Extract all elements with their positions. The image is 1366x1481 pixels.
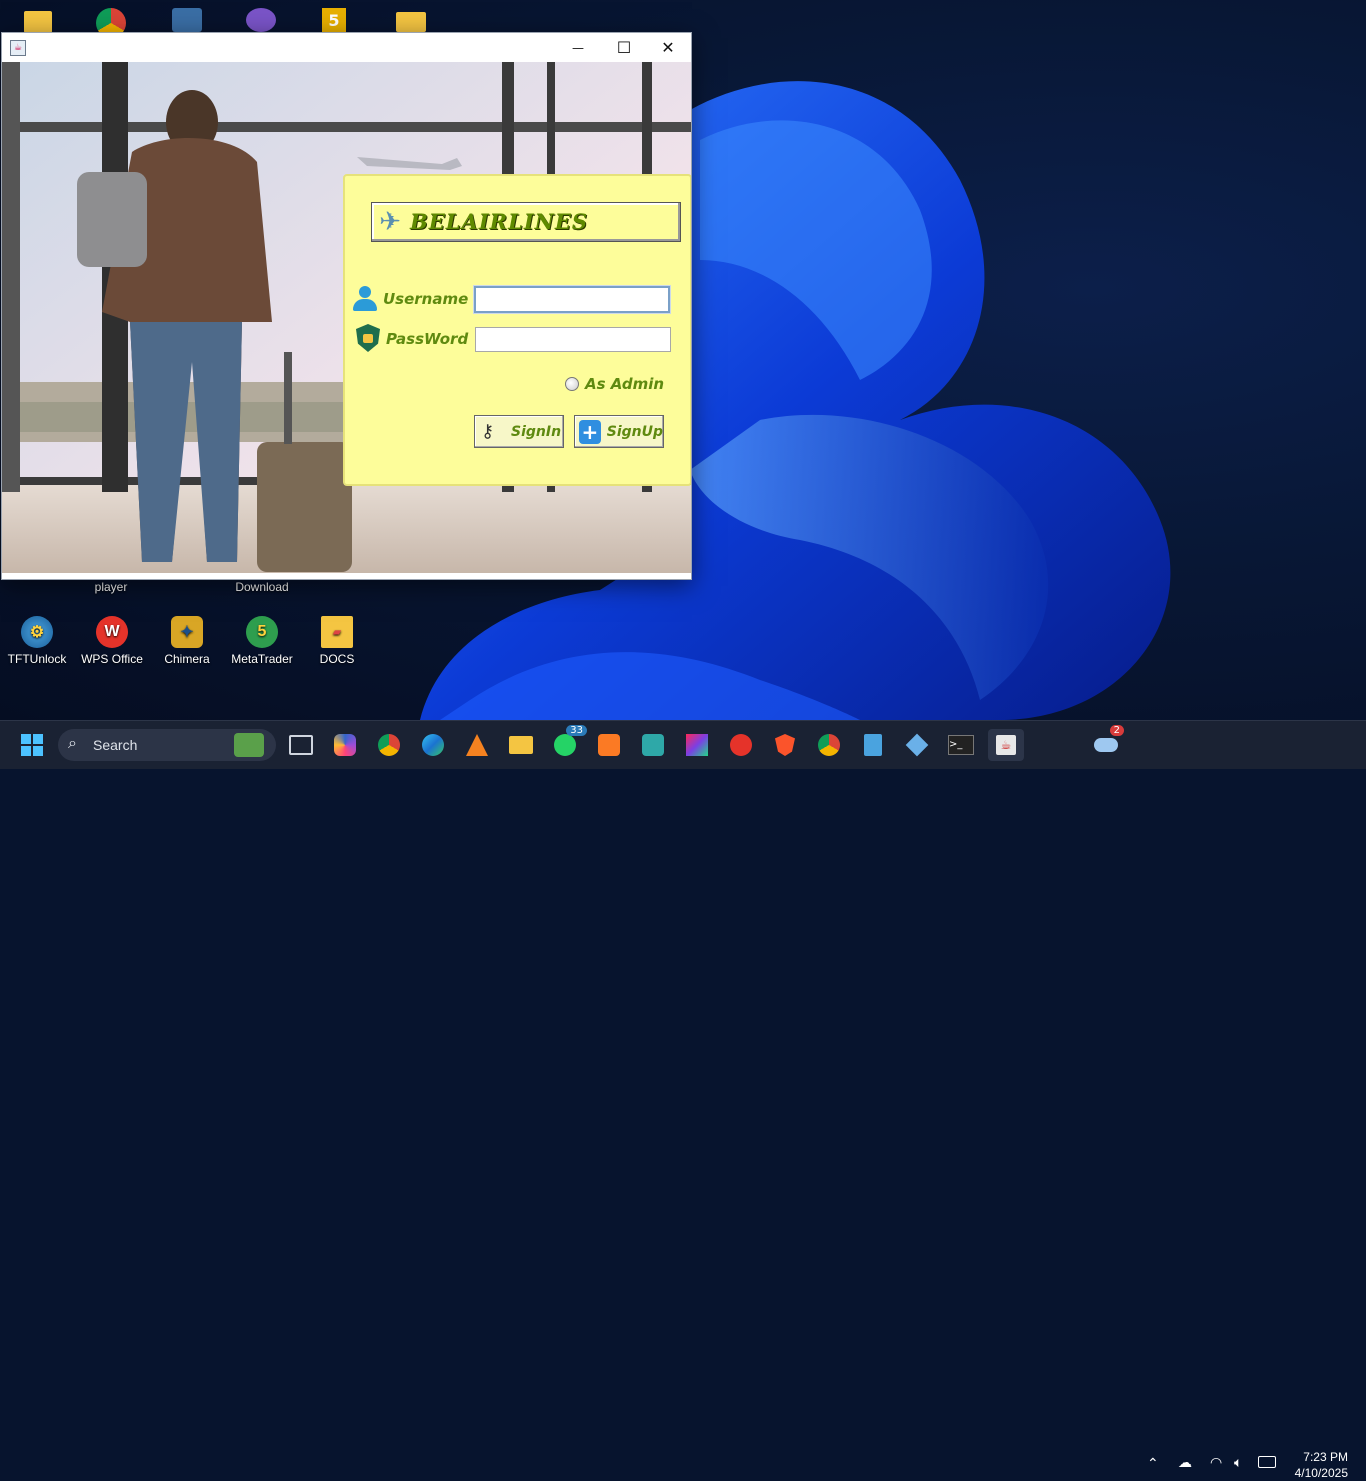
task-view-icon[interactable] — [285, 729, 317, 761]
chrome-icon[interactable] — [373, 729, 405, 761]
search-box[interactable]: ⌕ Search — [58, 729, 276, 761]
wifi-icon[interactable]: ◠ — [1210, 1454, 1222, 1471]
desktop-icon-tftunlock[interactable]: ⚙ TFTUnlock — [5, 616, 69, 666]
metatrader-icon: 5 — [246, 616, 278, 648]
desktop-label-download[interactable]: Download — [228, 580, 296, 594]
app-icon[interactable] — [172, 8, 202, 32]
weather-badge: 2 — [1109, 725, 1124, 736]
brand-title: BELAIRLINES — [410, 209, 589, 234]
download-label: Download — [235, 580, 289, 594]
search-highlight-icon — [234, 733, 264, 757]
intellij-icon[interactable] — [681, 729, 713, 761]
clock[interactable]: 7:23 PM 4/10/2025 — [1284, 1449, 1348, 1481]
signup-button[interactable]: + SignUp — [574, 415, 664, 448]
close-button[interactable]: ✕ — [645, 33, 691, 62]
folder-icon[interactable] — [396, 12, 426, 32]
tftunlock-icon: ⚙ — [21, 616, 53, 648]
metatrader-label: MetaTrader — [231, 652, 293, 666]
username-label: Username — [383, 290, 469, 308]
battery-icon[interactable] — [1258, 1456, 1276, 1468]
chimera-label: Chimera — [164, 652, 210, 666]
settings-icon[interactable] — [246, 8, 276, 32]
weather-icon[interactable]: 2 — [1090, 725, 1124, 761]
edge-icon[interactable] — [417, 729, 449, 761]
start-button[interactable] — [16, 729, 48, 761]
desktop-icon-metatrader[interactable]: 5 MetaTrader — [230, 616, 294, 666]
volume-icon[interactable]: 🔈︎ — [1234, 1454, 1242, 1471]
notepad-icon[interactable] — [857, 729, 889, 761]
signup-label: SignUp — [606, 423, 663, 440]
password-label: PassWord — [386, 330, 469, 348]
signin-label: SignIn — [511, 423, 562, 440]
minimize-button[interactable]: — — [555, 33, 601, 62]
desktop-icon-docs[interactable]: ▰ DOCS — [305, 616, 369, 666]
whatsapp-icon[interactable]: 33 — [549, 725, 587, 761]
clock-time: 7:23 PM — [1303, 1450, 1348, 1464]
admin-label: As Admin — [585, 375, 665, 393]
close-icon: ✕ — [661, 38, 675, 57]
java-app-icon: ☕ — [10, 40, 26, 56]
wps-office-label: WPS Office — [81, 652, 143, 666]
shield-lock-icon — [356, 324, 380, 352]
password-input[interactable] — [475, 327, 671, 352]
airport-background-photo: ✈ BELAIRLINES Username PassWord As Admin… — [2, 62, 691, 573]
login-window: ☕ — ☐ ✕ ✈ BELAIRLINES Username PassWord … — [1, 32, 692, 580]
java-app-taskbar-icon[interactable]: ☕ — [988, 729, 1024, 761]
copilot-icon[interactable] — [329, 729, 361, 761]
chimera-icon: ✦ — [171, 616, 203, 648]
tftunlock-label: TFTUnlock — [7, 652, 67, 666]
maximize-icon: ☐ — [616, 38, 632, 57]
login-panel: ✈ BELAIRLINES Username PassWord As Admin… — [343, 174, 691, 486]
window-titlebar[interactable]: ☕ — ☐ ✕ — [2, 33, 691, 62]
desktop-icon-chimera[interactable]: ✦ Chimera — [155, 616, 219, 666]
chrome-profile-icon[interactable] — [813, 729, 845, 761]
user-icon — [352, 286, 378, 312]
virtualbox-icon[interactable] — [901, 729, 933, 761]
windows-icon — [21, 734, 43, 756]
desktop-icon-wps-office[interactable]: W WPS Office — [80, 616, 144, 666]
brave-icon[interactable] — [769, 729, 801, 761]
folder-icon: ▰ — [321, 616, 353, 648]
file-explorer-icon[interactable] — [505, 729, 537, 761]
search-placeholder: Search — [93, 737, 138, 753]
terminal-icon[interactable]: >_ — [945, 729, 977, 761]
key-person-icon: ⚷ — [481, 420, 495, 442]
vlc-icon[interactable] — [461, 729, 493, 761]
airplane-icon: ✈ — [379, 207, 401, 237]
add-icon: + — [579, 419, 601, 444]
signin-button[interactable]: ⚷ SignIn — [474, 415, 564, 448]
taskbar: ⌕ Search 33 >_ ☕ 2 ⌃ ☁ ◠ 🔈︎ 7:23 PM 4/10… — [0, 720, 1366, 1480]
maximize-button[interactable]: ☐ — [601, 33, 647, 62]
clock-date: 4/10/2025 — [1294, 1466, 1348, 1480]
onedrive-icon[interactable]: ☁ — [1178, 1454, 1192, 1471]
docs-label: DOCS — [319, 652, 355, 666]
minimize-icon: — — [572, 40, 584, 55]
wps-office-icon[interactable] — [725, 729, 757, 761]
desktop-label-player[interactable]: player — [79, 580, 143, 594]
search-icon: ⌕ — [68, 735, 77, 752]
wps-office-icon: W — [96, 616, 128, 648]
player-label: player — [94, 580, 128, 594]
xampp-icon[interactable] — [593, 729, 625, 761]
whatsapp-badge: 33 — [566, 725, 587, 736]
html5-icon[interactable]: 5 — [322, 8, 346, 34]
admin-radio[interactable] — [565, 377, 579, 391]
chevron-up-icon[interactable]: ⌃ — [1147, 1455, 1159, 1472]
brand-banner: ✈ BELAIRLINES — [371, 202, 681, 242]
username-input[interactable] — [474, 286, 670, 313]
visual-studio-icon[interactable] — [637, 729, 669, 761]
